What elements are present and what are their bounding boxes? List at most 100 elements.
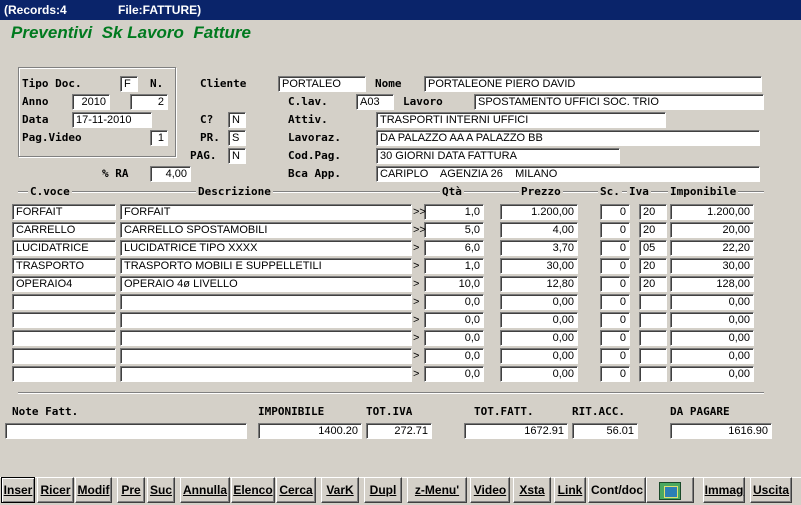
descrizione-cell[interactable]	[120, 312, 412, 328]
sc-cell[interactable]: 0	[600, 366, 630, 382]
imponibile-cell[interactable]: 1.200,00	[670, 204, 754, 220]
sc-cell[interactable]: 0	[600, 276, 630, 292]
c-voce-cell[interactable]	[12, 330, 116, 346]
c-voce-cell[interactable]	[12, 294, 116, 310]
cerca-button[interactable]: Cerca	[276, 477, 316, 503]
z-menu-button[interactable]: z-Menu'	[407, 477, 467, 503]
imponibile-cell[interactable]: 30,00	[670, 258, 754, 274]
iva-cell[interactable]: 20	[639, 276, 667, 292]
iva-cell[interactable]	[639, 312, 667, 328]
sc-cell[interactable]: 0	[600, 204, 630, 220]
descrizione-cell[interactable]	[120, 366, 412, 382]
note-field[interactable]	[5, 423, 247, 439]
sc-cell[interactable]: 0	[600, 240, 630, 256]
anno-field[interactable]: 2010	[72, 94, 110, 110]
qta-cell[interactable]: 0,0	[424, 348, 484, 364]
c-voce-cell[interactable]	[12, 348, 116, 364]
ra-field[interactable]: 4,00	[150, 166, 191, 182]
lavoro-field[interactable]: SPOSTAMENTO UFFICI SOC. TRIO	[474, 94, 764, 110]
descrizione-cell[interactable]: CARRELLO SPOSTAMOBILI	[120, 222, 412, 238]
c-voce-cell[interactable]	[12, 366, 116, 382]
descrizione-cell[interactable]: LUCIDATRICE TIPO XXXX	[120, 240, 412, 256]
lavoraz-field[interactable]: DA PALAZZO AA A PALAZZO BB	[376, 130, 760, 146]
iva-cell[interactable]	[639, 330, 667, 346]
imponibile-cell[interactable]: 128,00	[670, 276, 754, 292]
cliente-field[interactable]: PORTALEO	[278, 76, 366, 92]
qta-cell[interactable]: 0,0	[424, 366, 484, 382]
imponibile-cell[interactable]: 0,00	[670, 330, 754, 346]
vark-button[interactable]: VarK	[321, 477, 359, 503]
sc-cell[interactable]: 0	[600, 222, 630, 238]
imponibile-cell[interactable]: 0,00	[670, 366, 754, 382]
c-voce-cell[interactable]: FORFAIT	[12, 204, 116, 220]
prezzo-cell[interactable]: 0,00	[500, 294, 578, 310]
c-lav-field[interactable]: A03	[356, 94, 394, 110]
xsta-button[interactable]: Xsta	[513, 477, 551, 503]
bca-field[interactable]: CARIPLO AGENZIA 26 MILANO	[376, 166, 760, 182]
qta-cell[interactable]: 0,0	[424, 294, 484, 310]
sc-cell[interactable]: 0	[600, 294, 630, 310]
numero-field[interactable]: 2	[130, 94, 168, 110]
descrizione-cell[interactable]	[120, 330, 412, 346]
cod-pag-field[interactable]: 30 GIORNI DATA FATTURA	[376, 148, 620, 164]
prezzo-cell[interactable]: 0,00	[500, 312, 578, 328]
immag-button[interactable]: Immag	[703, 477, 745, 503]
prezzo-cell[interactable]: 3,70	[500, 240, 578, 256]
descrizione-cell[interactable]	[120, 294, 412, 310]
imponibile-cell[interactable]: 0,00	[670, 294, 754, 310]
c-field[interactable]: N	[228, 112, 246, 128]
iva-cell[interactable]	[639, 294, 667, 310]
elenco-button[interactable]: Elenco	[231, 477, 275, 503]
data-field[interactable]: 17-11-2010	[72, 112, 152, 128]
iva-cell[interactable]	[639, 348, 667, 364]
descrizione-cell[interactable]: TRASPORTO MOBILI E SUPPELLETILI	[120, 258, 412, 274]
qta-cell[interactable]: 0,0	[424, 330, 484, 346]
c-voce-cell[interactable]: CARRELLO	[12, 222, 116, 238]
descrizione-cell[interactable]	[120, 348, 412, 364]
c-voce-cell[interactable]: LUCIDATRICE	[12, 240, 116, 256]
c-voce-cell[interactable]	[12, 312, 116, 328]
qta-cell[interactable]: 6,0	[424, 240, 484, 256]
attiv-field[interactable]: TRASPORTI INTERNI UFFICI	[376, 112, 666, 128]
modif-button[interactable]: Modif	[75, 477, 112, 503]
c-voce-cell[interactable]: OPERAIO4	[12, 276, 116, 292]
prezzo-cell[interactable]: 4,00	[500, 222, 578, 238]
nome-field[interactable]: PORTALEONE PIERO DAVID	[424, 76, 762, 92]
descrizione-cell[interactable]: FORFAIT	[120, 204, 412, 220]
c-voce-cell[interactable]: TRASPORTO	[12, 258, 116, 274]
iva-cell[interactable]: 20	[639, 258, 667, 274]
prezzo-cell[interactable]: 12,80	[500, 276, 578, 292]
cont-doc-button[interactable]: Cont/doc	[588, 477, 646, 503]
qta-cell[interactable]: 1,0	[424, 258, 484, 274]
pre-button[interactable]: Pre	[117, 477, 145, 503]
ricer-button[interactable]: Ricer	[37, 477, 74, 503]
uscita-button[interactable]: Uscita	[750, 477, 792, 503]
pr-field[interactable]: S	[228, 130, 246, 146]
iva-cell[interactable]: 20	[639, 222, 667, 238]
suc-button[interactable]: Suc	[147, 477, 175, 503]
sc-cell[interactable]: 0	[600, 258, 630, 274]
imponibile-cell[interactable]: 0,00	[670, 348, 754, 364]
imponibile-cell[interactable]: 0,00	[670, 312, 754, 328]
prezzo-cell[interactable]: 30,00	[500, 258, 578, 274]
qta-cell[interactable]: 10,0	[424, 276, 484, 292]
qta-cell[interactable]: 5,0	[424, 222, 484, 238]
sc-cell[interactable]: 0	[600, 330, 630, 346]
descrizione-cell[interactable]: OPERAIO 4ø LIVELLO	[120, 276, 412, 292]
sc-cell[interactable]: 0	[600, 312, 630, 328]
image-button[interactable]	[646, 477, 694, 503]
iva-cell[interactable]: 05	[639, 240, 667, 256]
annulla-button[interactable]: Annulla	[180, 477, 230, 503]
imponibile-cell[interactable]: 22,20	[670, 240, 754, 256]
video-button[interactable]: Video	[470, 477, 510, 503]
prezzo-cell[interactable]: 1.200,00	[500, 204, 578, 220]
sc-cell[interactable]: 0	[600, 348, 630, 364]
tipo-doc-field[interactable]: F	[120, 76, 138, 92]
inser-button[interactable]: Inser	[1, 477, 35, 503]
pag-field[interactable]: N	[228, 148, 246, 164]
dupl-button[interactable]: Dupl	[364, 477, 402, 503]
iva-cell[interactable]	[639, 366, 667, 382]
iva-cell[interactable]: 20	[639, 204, 667, 220]
prezzo-cell[interactable]: 0,00	[500, 330, 578, 346]
link-button[interactable]: Link	[554, 477, 586, 503]
